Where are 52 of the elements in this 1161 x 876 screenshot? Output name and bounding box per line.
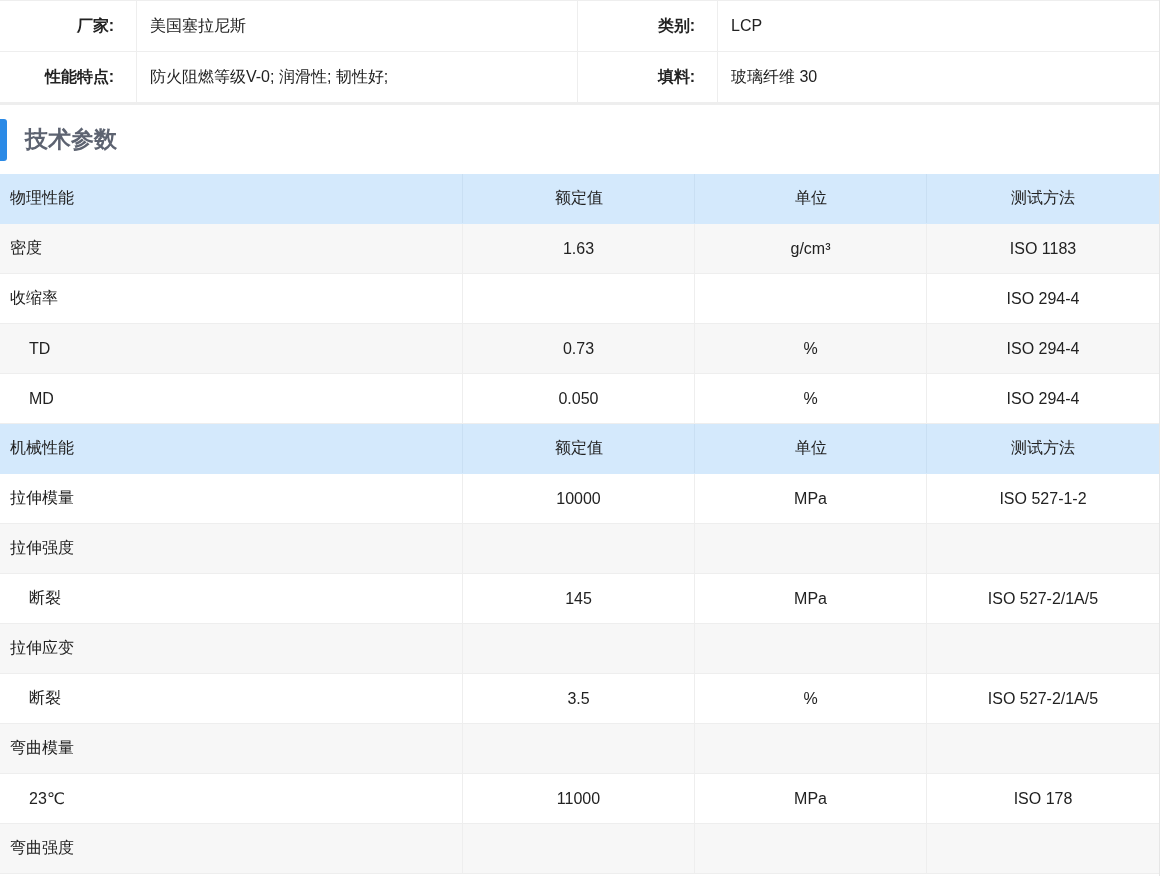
table-cell-text: 弯曲模量 <box>10 738 74 758</box>
table-cell: MD <box>29 389 54 408</box>
table-cell: g/cm³ <box>790 239 831 258</box>
field-value: 防火阻燃等级V-0; 润滑性; 韧性好; <box>137 52 578 102</box>
table-cell-text: 断裂 <box>29 588 61 608</box>
accent-bar <box>0 118 7 161</box>
table-cell: 0.050 <box>558 389 599 408</box>
field-value: LCP <box>730 16 764 36</box>
column-header: 测试方法 <box>1011 438 1075 458</box>
field-value: 玻璃纤维 30 <box>730 66 819 87</box>
table-cell: ISO 294-4 <box>1006 289 1080 308</box>
table-cell-text: 弯曲强度 <box>10 838 74 858</box>
table-cell: ISO 294-4 <box>1006 339 1080 358</box>
column-header: 单位 <box>794 438 827 458</box>
table-cell-text: 密度 <box>10 238 42 258</box>
field-label: 填料: <box>578 52 718 102</box>
table-cell: ISO 527-2/1A/5 <box>987 589 1099 608</box>
column-header: 额定值 <box>554 438 603 458</box>
table-cell: MPa <box>794 589 827 608</box>
table-cell: % <box>803 389 818 408</box>
field-value: 美国塞拉尼斯 <box>137 1 578 51</box>
table-cell: ISO 527-2/1A/5 <box>987 689 1099 708</box>
table-cell: 0.73 <box>562 339 595 358</box>
table-cell: 10000 <box>556 489 601 508</box>
table-cell: ISO 527-1-2 <box>999 489 1087 508</box>
field-label: 厂家: <box>0 1 137 51</box>
column-header: 额定值 <box>554 188 603 208</box>
table-cell: ISO 178 <box>1013 789 1073 808</box>
column-header: 物理性能 <box>10 188 74 208</box>
table-cell: MPa <box>794 489 827 508</box>
table-cell: TD <box>29 339 51 358</box>
field-label: 类别: <box>578 1 718 51</box>
section-title: 技术参数 <box>25 125 117 154</box>
table-cell: ISO 1183 <box>1009 239 1077 258</box>
table-cell-text: 拉伸模量 <box>10 488 74 508</box>
column-header: 单位 <box>794 188 827 208</box>
column-header: 机械性能 <box>10 438 74 458</box>
table-cell-text: 拉伸应变 <box>10 638 74 658</box>
table-cell-text: 拉伸强度 <box>10 538 74 558</box>
table-cell: MPa <box>794 789 827 808</box>
table-cell: 1.63 <box>562 239 595 258</box>
table-cell: 11000 <box>556 789 601 808</box>
field-label: 性能特点: <box>0 52 137 102</box>
table-cell-text: 收缩率 <box>10 288 58 308</box>
table-cell: % <box>803 339 818 358</box>
table-cell: 23℃ <box>29 789 65 808</box>
table-cell-text: 断裂 <box>29 688 61 708</box>
table-cell: 3.5 <box>567 689 590 708</box>
column-header: 测试方法 <box>1011 188 1075 208</box>
table-cell: 145 <box>565 589 592 608</box>
table-cell: ISO 294-4 <box>1006 389 1080 408</box>
table-cell: % <box>803 689 818 708</box>
